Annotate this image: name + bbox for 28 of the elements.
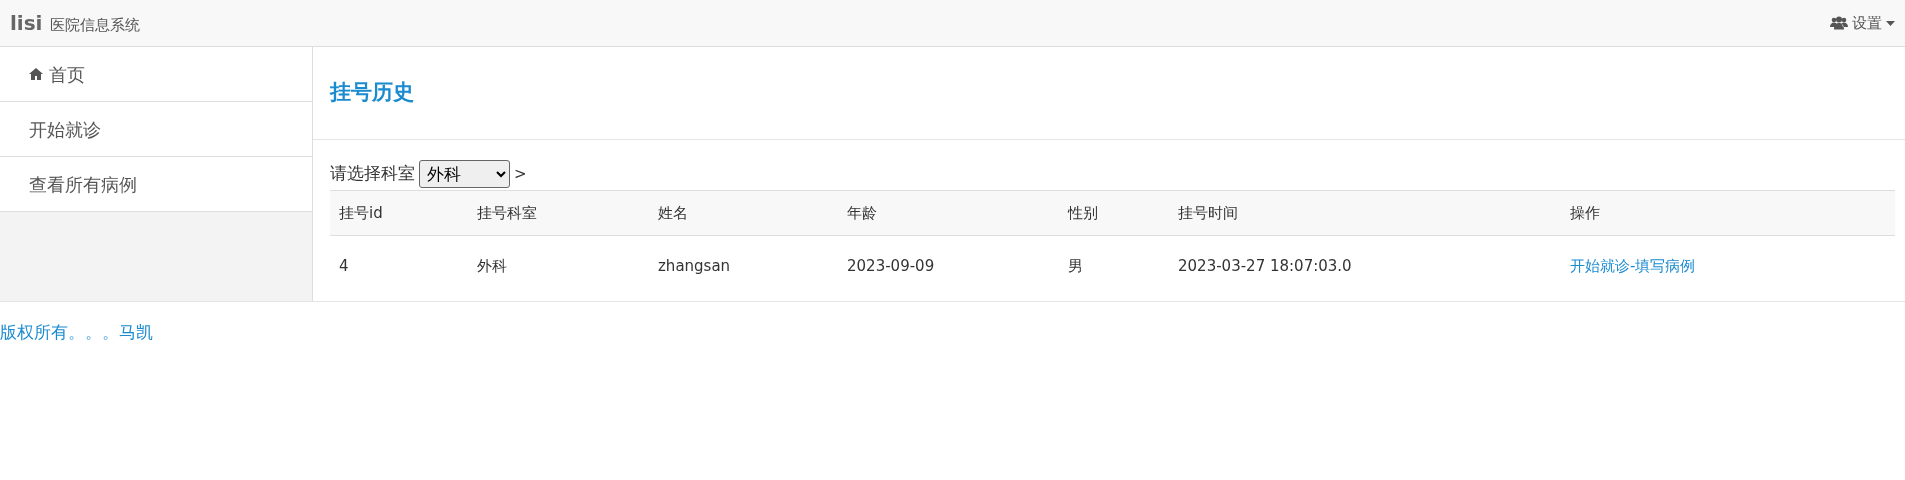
- department-select[interactable]: 外科: [419, 160, 510, 188]
- action-link[interactable]: 开始就诊-填写病例: [1570, 256, 1696, 275]
- column-header: 挂号时间: [1169, 190, 1561, 236]
- sidebar-item[interactable]: 首页: [0, 47, 312, 102]
- home-icon: [29, 68, 43, 80]
- users-icon: [1830, 16, 1848, 30]
- sidebar-item[interactable]: 开始就诊: [0, 102, 312, 157]
- sidebar-item[interactable]: 查看所有病例: [0, 157, 312, 212]
- table-cell: 4: [330, 235, 468, 296]
- filter-label: 请选择科室: [330, 162, 415, 186]
- caret-icon: [1886, 20, 1895, 26]
- table-cell: 2023-03-27 18:07:03.0: [1169, 235, 1561, 296]
- column-header: 挂号科室: [468, 190, 649, 236]
- copyright-link[interactable]: 版权所有。。。马凯: [0, 322, 153, 342]
- column-header: 性别: [1059, 190, 1169, 236]
- column-header: 姓名: [649, 190, 838, 236]
- app-subtitle: 医院信息系统: [50, 15, 141, 36]
- table-cell: 2023-09-09: [838, 235, 1059, 296]
- filter-suffix: >: [514, 163, 527, 185]
- table-cell: zhangsan: [649, 235, 838, 296]
- brand-logo[interactable]: lisi: [10, 8, 43, 38]
- table-cell: 男: [1059, 235, 1169, 296]
- settings-menu[interactable]: 设置: [1830, 11, 1895, 35]
- column-header: 年龄: [838, 190, 1059, 236]
- table-cell: 外科: [468, 235, 649, 296]
- column-header: 挂号id: [330, 190, 468, 236]
- column-header: 操作: [1561, 190, 1895, 236]
- page-title: 挂号历史: [330, 80, 414, 106]
